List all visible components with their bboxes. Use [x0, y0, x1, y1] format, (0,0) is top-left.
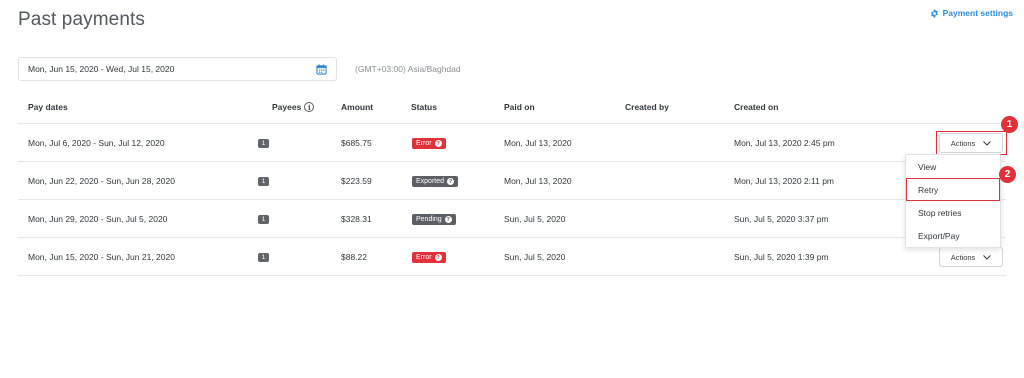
menu-item-export-pay[interactable]: Export/Pay	[906, 224, 1000, 247]
help-icon: ?	[444, 216, 452, 223]
payment-settings-link[interactable]: Payment settings	[930, 8, 1013, 18]
status-badge[interactable]: Pending?	[412, 214, 456, 225]
payments-table: Pay dates Payees i Amount Status Paid on …	[18, 90, 1006, 276]
column-header-amount: Amount	[341, 102, 374, 112]
pay-dates-cell: Mon, Jul 6, 2020 - Sun, Jul 12, 2020	[28, 138, 165, 148]
column-header-paid-on: Paid on	[504, 102, 535, 112]
status-badge[interactable]: Error?	[412, 252, 446, 263]
calendar-icon[interactable]	[316, 63, 327, 75]
menu-item-view[interactable]: View	[906, 155, 1000, 178]
step-badge-1: 1	[1001, 116, 1018, 133]
column-header-pay-dates: Pay dates	[28, 102, 68, 112]
status-badge[interactable]: Error?	[412, 138, 446, 149]
paid-on-cell: Mon, Jul 13, 2020	[504, 138, 572, 148]
help-icon: ?	[434, 140, 442, 147]
chevron-down-icon	[983, 254, 992, 260]
info-icon[interactable]: i	[304, 102, 315, 112]
payees-count-badge: 1	[258, 177, 269, 186]
table-row[interactable]: Mon, Jun 15, 2020 - Sun, Jun 21, 2020 1 …	[18, 238, 1006, 276]
table-row[interactable]: Mon, Jul 6, 2020 - Sun, Jul 12, 2020 1 $…	[18, 124, 1006, 162]
column-header-created-by: Created by	[625, 102, 669, 112]
created-on-cell: Mon, Jul 13, 2020 2:11 pm	[734, 176, 835, 186]
amount-cell: $685.75	[341, 138, 372, 148]
paid-on-cell: Mon, Jul 13, 2020	[504, 176, 572, 186]
table-header: Pay dates Payees i Amount Status Paid on …	[18, 90, 1006, 124]
page-title: Past payments	[18, 9, 145, 30]
date-range-picker[interactable]: Mon, Jun 15, 2020 - Wed, Jul 15, 2020	[18, 57, 337, 81]
amount-cell: $88.22	[341, 252, 367, 262]
table-row[interactable]: Mon, Jun 22, 2020 - Sun, Jun 28, 2020 1 …	[18, 162, 1006, 200]
payees-count-badge: 1	[258, 253, 269, 262]
created-on-cell: Sun, Jul 5, 2020 3:37 pm	[734, 214, 829, 224]
amount-cell: $328.31	[341, 214, 372, 224]
menu-item-stop-retries[interactable]: Stop retries	[906, 201, 1000, 224]
pay-dates-cell: Mon, Jun 15, 2020 - Sun, Jun 21, 2020	[28, 252, 175, 262]
amount-cell: $223.59	[341, 176, 372, 186]
status-badge[interactable]: Exported?	[412, 176, 459, 187]
help-icon: ?	[447, 178, 455, 185]
paid-on-cell: Sun, Jul 5, 2020	[504, 214, 566, 224]
actions-highlight-box	[936, 131, 1007, 155]
created-on-cell: Sun, Jul 5, 2020 1:39 pm	[734, 252, 829, 262]
step-badge-2: 2	[999, 166, 1016, 183]
payment-settings-label: Payment settings	[942, 8, 1013, 18]
actions-button[interactable]: Actions	[939, 247, 1003, 267]
column-header-payees: Payees i	[272, 102, 315, 112]
payees-count-badge: 1	[258, 215, 269, 224]
actions-dropdown-menu: View Retry Stop retries Export/Pay	[905, 154, 1001, 248]
menu-item-retry[interactable]: Retry	[906, 178, 1000, 201]
help-icon: ?	[434, 254, 442, 261]
date-range-value: Mon, Jun 15, 2020 - Wed, Jul 15, 2020	[28, 64, 175, 74]
column-header-status: Status	[411, 102, 437, 112]
timezone-label: (GMT+03:00) Asia/Baghdad	[355, 64, 461, 74]
paid-on-cell: Sun, Jul 5, 2020	[504, 252, 566, 262]
created-on-cell: Mon, Jul 13, 2020 2:45 pm	[734, 138, 835, 148]
payees-count-badge: 1	[258, 139, 269, 148]
gear-icon	[930, 9, 938, 17]
column-header-created-on: Created on	[734, 102, 779, 112]
table-row[interactable]: Mon, Jun 29, 2020 - Sun, Jul 5, 2020 1 $…	[18, 200, 1006, 238]
pay-dates-cell: Mon, Jun 29, 2020 - Sun, Jul 5, 2020	[28, 214, 168, 224]
pay-dates-cell: Mon, Jun 22, 2020 - Sun, Jun 28, 2020	[28, 176, 175, 186]
